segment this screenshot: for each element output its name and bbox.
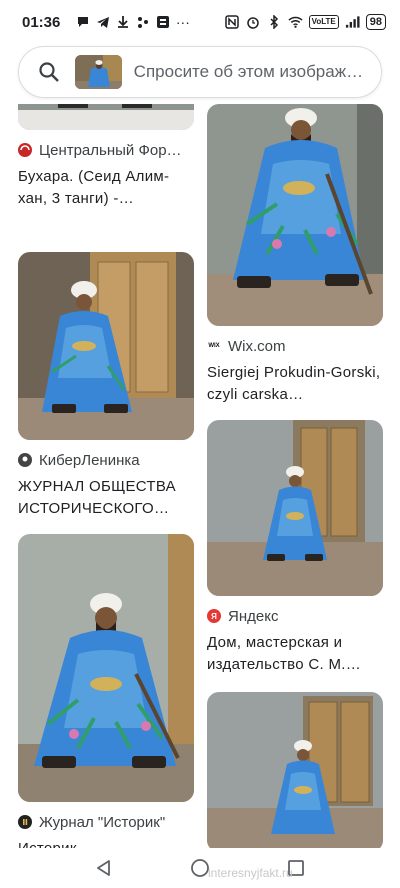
result-title[interactable]: ЖУРНАЛ ОБЩЕСТВА ИСТОРИЧЕСКОГО… [18, 476, 194, 520]
status-time: 01:36 [22, 13, 61, 31]
source-favicon-icon: WIX [207, 339, 221, 353]
source-favicon-icon: Я [207, 609, 221, 623]
source-name: Журнал "Историк" [39, 813, 166, 831]
result-card[interactable]: КиберЛенинка ЖУРНАЛ ОБЩЕСТВА ИСТОРИЧЕСКО… [18, 252, 194, 520]
result-source[interactable]: WIX Wix.com [207, 336, 383, 356]
battery-icon: 98 [365, 14, 386, 30]
result-card[interactable]: Журнал "Историк" Историк [18, 534, 194, 848]
source-name: Wix.com [228, 337, 286, 355]
telegram-icon [95, 15, 110, 30]
status-right: VoLTE 98 [225, 14, 386, 30]
result-title[interactable]: Дом, мастерская и издательство С. М.… [207, 632, 383, 676]
image-results-grid: Центральный Фор… Бухара. (Сеид Алим-хан,… [0, 104, 400, 848]
result-card[interactable]: WIX Wix.com Siergiej Prokudin-Gorski, cz… [207, 104, 383, 406]
result-image[interactable] [18, 104, 194, 130]
result-image[interactable] [207, 692, 383, 848]
dots-app-icon [135, 15, 150, 30]
bluetooth-icon [267, 15, 282, 30]
nfc-icon [225, 15, 240, 30]
result-source[interactable]: Журнал "Историк" [18, 812, 194, 832]
status-left: 01:36 ··· [22, 14, 190, 31]
back-icon[interactable] [93, 857, 115, 879]
result-image[interactable] [18, 534, 194, 802]
result-image[interactable] [18, 252, 194, 440]
volte-badge: VoLTE [308, 15, 339, 29]
source-name: Центральный Фор… [39, 141, 182, 159]
search-icon[interactable] [37, 60, 61, 84]
result-title[interactable]: Бухара. (Сеид Алим-хан, 3 танги) -… [18, 166, 194, 210]
result-card[interactable] [207, 692, 383, 848]
watermark: interesnyjfakt.ru [208, 866, 293, 880]
result-source[interactable]: КиберЛенинка [18, 450, 194, 470]
download-icon [115, 15, 130, 30]
search-bar[interactable] [18, 46, 382, 98]
alarm-icon [246, 15, 261, 30]
message-bubble-icon [75, 15, 90, 30]
source-name: КиберЛенинка [39, 451, 140, 469]
result-card[interactable]: Я Яндекс Дом, мастерская и издательство … [207, 420, 383, 676]
result-title[interactable]: Siergiej Prokudin-Gorski, czyli carska… [207, 362, 383, 406]
news-app-icon [155, 15, 170, 30]
result-source[interactable]: Я Яндекс [207, 606, 383, 626]
result-image[interactable] [207, 420, 383, 596]
signal-icon [345, 15, 360, 30]
result-title[interactable]: Историк [18, 838, 194, 848]
system-nav-bar [0, 848, 400, 888]
result-card[interactable]: Центральный Фор… Бухара. (Сеид Алим-хан,… [18, 104, 194, 210]
source-favicon-icon [18, 143, 32, 157]
result-source[interactable]: Центральный Фор… [18, 140, 194, 160]
wifi-icon [288, 15, 303, 30]
status-bar: 01:36 ··· VoLTE 98 [0, 0, 400, 44]
search-input[interactable] [133, 62, 367, 82]
more-dots-icon: ··· [175, 14, 190, 30]
search-image-thumbnail[interactable] [75, 55, 122, 89]
result-image[interactable] [207, 104, 383, 326]
source-favicon-icon [18, 453, 32, 467]
source-favicon-icon [18, 815, 32, 829]
source-name: Яндекс [228, 607, 279, 625]
